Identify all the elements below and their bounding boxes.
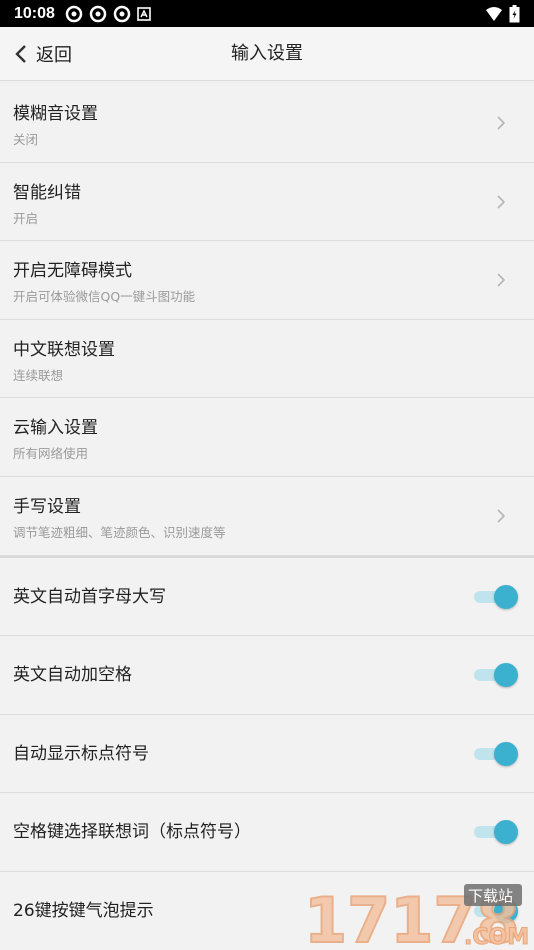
setting-toggle-row: 自动显示标点符号 [0, 714, 534, 794]
setting-chinese-prediction[interactable]: 中文联想设置 连续联想 [0, 319, 534, 399]
setting-label: 自动显示标点符号 [13, 743, 149, 764]
toggle-knob [494, 663, 518, 688]
setting-label: 空格键选择联想词（标点符号） [13, 822, 251, 843]
back-label: 返回 [36, 45, 72, 66]
setting-toggle-row: 英文自动加空格 [0, 636, 534, 715]
toggle-switch[interactable] [472, 663, 518, 688]
notification-icon [89, 5, 107, 22]
chevron-right-icon [497, 273, 506, 287]
setting-label: 英文自动首字母大写 [13, 586, 166, 607]
setting-subtitle: 关闭 [13, 132, 39, 147]
settings-list: 模糊音设置 关闭 智能纠错 开启 开启无障碍模式 开启可体验微信QQ一键斗图功能… [0, 84, 534, 950]
setting-fuzzy-pinyin[interactable]: 模糊音设置 关闭 [0, 84, 534, 163]
setting-label: 英文自动加空格 [13, 665, 132, 686]
toggle-switch[interactable] [472, 820, 518, 845]
app-bar: 返回 输入设置 [0, 27, 534, 81]
setting-label: 模糊音设置 [13, 104, 98, 124]
setting-label: 手写设置 [13, 496, 81, 517]
setting-toggle-row: 空格键选择联想词（标点符号） [0, 793, 534, 872]
keyboard-badge-icon [137, 6, 151, 21]
toggle-knob [494, 741, 518, 766]
setting-cloud-input[interactable]: 云输入设置 所有网络使用 [0, 398, 534, 477]
setting-subtitle: 调节笔迹粗细、笔迹颜色、识别速度等 [13, 524, 226, 540]
chevron-right-icon [497, 116, 506, 130]
page-title: 输入设置 [231, 43, 303, 64]
setting-label: 中文联想设置 [13, 339, 115, 360]
battery-icon [509, 4, 520, 22]
chevron-right-icon [497, 195, 506, 209]
setting-toggle-row: 英文自动首字母大写 [0, 557, 534, 637]
back-button[interactable]: 返回 [14, 27, 72, 81]
setting-label: 26键按键气泡提示 [13, 900, 154, 921]
toggle-switch[interactable] [472, 584, 518, 609]
setting-handwriting[interactable]: 手写设置 调节笔迹粗细、笔迹颜色、识别速度等 [0, 476, 534, 556]
setting-subtitle: 开启 [13, 210, 39, 226]
chevron-right-icon [497, 509, 506, 523]
site-watermark-logo: 17178 下载站 .COM [304, 883, 530, 950]
wifi-icon [486, 6, 502, 21]
setting-label: 智能纠错 [13, 182, 81, 203]
toggle-knob [494, 584, 518, 609]
setting-label: 云输入设置 [13, 418, 98, 439]
toggle-knob [494, 820, 518, 845]
setting-subtitle: 连续联想 [13, 367, 64, 383]
svg-text:.COM: .COM [464, 925, 529, 950]
setting-label: 开启无障碍模式 [13, 261, 132, 282]
svg-text:下载站: 下载站 [468, 887, 513, 905]
setting-subtitle: 所有网络使用 [13, 446, 89, 462]
setting-accessibility-mode[interactable]: 开启无障碍模式 开启可体验微信QQ一键斗图功能 [0, 241, 534, 320]
chevron-left-icon [15, 45, 26, 63]
status-bar: 10:08 [0, 0, 534, 27]
toggle-switch[interactable] [472, 741, 518, 766]
status-time: 10:08 [14, 4, 55, 22]
setting-smart-correction[interactable]: 智能纠错 开启 [0, 162, 534, 242]
notification-icon [113, 5, 131, 22]
notification-icon [65, 5, 83, 22]
setting-subtitle: 开启可体验微信QQ一键斗图功能 [13, 289, 196, 305]
